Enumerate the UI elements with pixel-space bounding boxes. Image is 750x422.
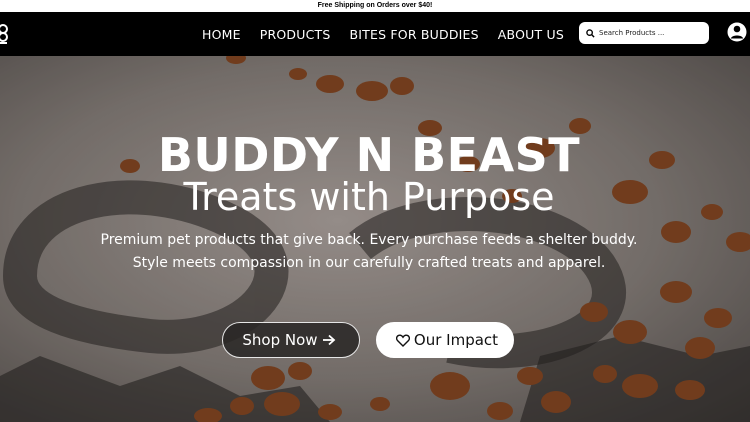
search-input[interactable] bbox=[599, 29, 699, 37]
nav-products[interactable]: PRODUCTS bbox=[260, 27, 331, 42]
main-menu: HOME PRODUCTS BITES FOR BUDDIES ABOUT US bbox=[202, 12, 583, 56]
hero-section: BUDDY N BEAST Treats with Purpose Premiu… bbox=[0, 56, 750, 422]
promo-banner: Free Shipping on Orders over $40! bbox=[0, 0, 750, 12]
top-nav: HOME PRODUCTS BITES FOR BUDDIES ABOUT US bbox=[0, 12, 750, 56]
nav-bites-for-buddies[interactable]: BITES FOR BUDDIES bbox=[349, 27, 478, 42]
logo-icon[interactable] bbox=[0, 22, 10, 46]
hero-description-line1: Premium pet products that give back. Eve… bbox=[100, 232, 638, 248]
our-impact-button[interactable]: Our Impact bbox=[376, 322, 514, 358]
promo-text: Free Shipping on Orders over $40! bbox=[317, 2, 433, 9]
shop-now-button[interactable]: Shop Now bbox=[222, 322, 360, 358]
shop-now-label: Shop Now bbox=[242, 331, 318, 349]
search-icon bbox=[586, 28, 595, 38]
nav-home[interactable]: HOME bbox=[202, 27, 241, 42]
our-impact-label: Our Impact bbox=[413, 331, 499, 349]
hero-subtitle: Treats with Purpose bbox=[183, 175, 555, 219]
nav-about-us[interactable]: ABOUT US bbox=[498, 27, 564, 42]
arrow-right-icon bbox=[322, 334, 335, 346]
hero-description-line2: Style meets compassion in our carefully … bbox=[132, 255, 606, 271]
account-icon[interactable] bbox=[726, 20, 748, 44]
heart-icon bbox=[395, 334, 410, 347]
search-box[interactable] bbox=[579, 22, 709, 44]
